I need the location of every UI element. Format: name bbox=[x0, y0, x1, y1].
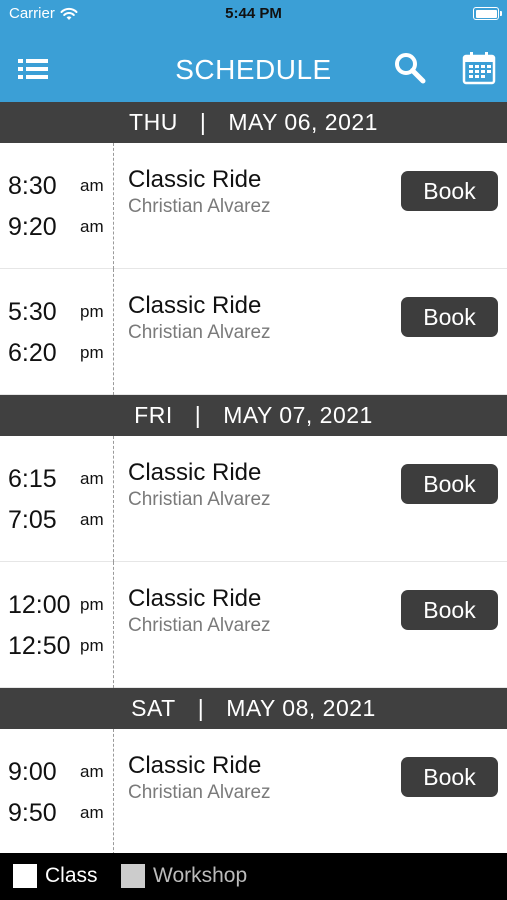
start-time: 5:30 bbox=[8, 298, 57, 326]
class-name: Classic Ride bbox=[128, 292, 262, 319]
dashed-divider bbox=[113, 269, 114, 395]
top-bar: Carrier 5:44 PM SCHEDULE bbox=[0, 0, 507, 103]
start-time: 6:15 bbox=[8, 465, 57, 493]
day-header-thu: THU | MAY 06, 2021 bbox=[0, 102, 507, 143]
session-row[interactable]: 9:00 am 9:50 am Classic Ride Christian A… bbox=[0, 729, 507, 855]
day-date: MAY 07, 2021 bbox=[223, 402, 373, 428]
page-title: SCHEDULE bbox=[175, 54, 332, 85]
legend-swatch-workshop bbox=[121, 864, 145, 888]
dashed-divider bbox=[113, 562, 114, 688]
instructor-name: Christian Alvarez bbox=[128, 782, 271, 803]
day-header-sat: SAT | MAY 08, 2021 bbox=[0, 688, 507, 729]
day-date: MAY 08, 2021 bbox=[226, 695, 376, 721]
day-separator: | bbox=[197, 695, 205, 721]
end-time: 6:20 bbox=[8, 339, 57, 367]
end-period: pm bbox=[80, 343, 104, 362]
class-name: Classic Ride bbox=[128, 459, 262, 486]
book-button[interactable]: Book bbox=[401, 590, 498, 630]
dashed-divider bbox=[113, 436, 114, 562]
end-period: am bbox=[80, 217, 104, 236]
start-period: am bbox=[80, 469, 104, 488]
dashed-divider bbox=[113, 729, 114, 855]
session-row[interactable]: 6:15 am 7:05 am Classic Ride Christian A… bbox=[0, 436, 507, 562]
day-header-fri: FRI | MAY 07, 2021 bbox=[0, 395, 507, 436]
start-period: am bbox=[80, 762, 104, 781]
calendar-icon[interactable] bbox=[462, 51, 496, 90]
start-time: 12:00 bbox=[8, 591, 71, 619]
start-period: am bbox=[80, 176, 104, 195]
dashed-divider bbox=[113, 143, 114, 269]
legend-swatch-class bbox=[13, 864, 37, 888]
end-time: 9:20 bbox=[8, 213, 57, 241]
session-row[interactable]: 12:00 pm 12:50 pm Classic Ride Christian… bbox=[0, 562, 507, 688]
legend-label: Workshop bbox=[153, 864, 248, 887]
day-separator: | bbox=[199, 109, 207, 135]
day-weekday: THU bbox=[129, 109, 178, 135]
day-date: MAY 06, 2021 bbox=[228, 109, 378, 135]
search-icon[interactable] bbox=[394, 52, 426, 89]
legend-label: Class bbox=[45, 864, 98, 887]
book-button[interactable]: Book bbox=[401, 297, 498, 337]
legend-item-workshop: Workshop bbox=[121, 864, 247, 888]
class-name: Classic Ride bbox=[128, 752, 262, 779]
class-name: Classic Ride bbox=[128, 166, 262, 193]
status-time: 5:44 PM bbox=[225, 5, 282, 22]
status-bar: Carrier 5:44 PM bbox=[0, 0, 507, 28]
end-period: am bbox=[80, 803, 104, 822]
session-row[interactable]: 8:30 am 9:20 am Classic Ride Christian A… bbox=[0, 143, 507, 269]
legend-bar: Class Workshop bbox=[0, 853, 507, 900]
battery-icon bbox=[473, 7, 502, 20]
day-separator: | bbox=[194, 402, 202, 428]
start-time: 8:30 bbox=[8, 172, 57, 200]
book-button[interactable]: Book bbox=[401, 171, 498, 211]
end-period: pm bbox=[80, 636, 104, 655]
navigation-bar: SCHEDULE bbox=[0, 40, 507, 100]
end-time: 7:05 bbox=[8, 506, 57, 534]
end-time: 9:50 bbox=[8, 799, 57, 827]
book-button[interactable]: Book bbox=[401, 757, 498, 797]
start-time: 9:00 bbox=[8, 758, 57, 786]
start-period: pm bbox=[80, 595, 104, 614]
instructor-name: Christian Alvarez bbox=[128, 615, 271, 636]
book-button[interactable]: Book bbox=[401, 464, 498, 504]
session-row[interactable]: 5:30 pm 6:20 pm Classic Ride Christian A… bbox=[0, 269, 507, 395]
instructor-name: Christian Alvarez bbox=[128, 322, 271, 343]
end-time: 12:50 bbox=[8, 632, 71, 660]
class-name: Classic Ride bbox=[128, 585, 262, 612]
instructor-name: Christian Alvarez bbox=[128, 489, 271, 510]
day-weekday: FRI bbox=[134, 402, 173, 428]
start-period: pm bbox=[80, 302, 104, 321]
legend-item-class: Class bbox=[13, 864, 98, 888]
instructor-name: Christian Alvarez bbox=[128, 196, 271, 217]
day-weekday: SAT bbox=[131, 695, 176, 721]
end-period: am bbox=[80, 510, 104, 529]
